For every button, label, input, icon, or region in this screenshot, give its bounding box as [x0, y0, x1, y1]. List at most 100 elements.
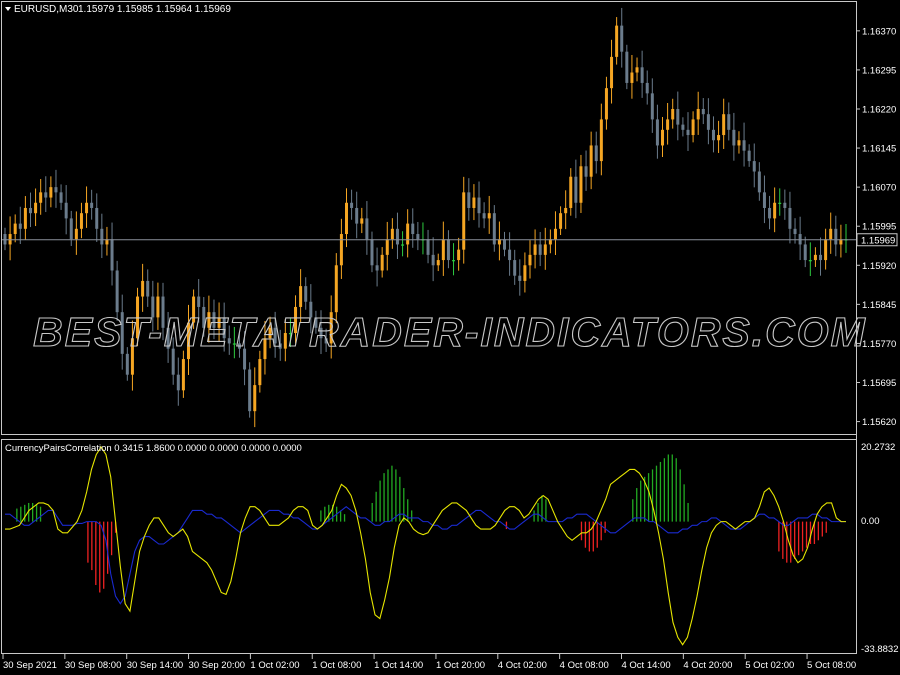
candle-body [472, 197, 476, 208]
candle-body [783, 202, 787, 208]
candle-body [477, 197, 481, 214]
time-tick-label: 30 Sep 14:00 [127, 660, 184, 671]
candle-body [620, 25, 624, 52]
candle-body [375, 265, 379, 271]
candle-body [798, 234, 802, 245]
candle-body [457, 249, 461, 261]
current-price-tag: 1.15969 [856, 233, 898, 247]
candle-body [176, 374, 180, 391]
indicator-top-label: 20.2732 [861, 442, 895, 453]
candle-body [431, 254, 435, 266]
time-tick-label: 5 Oct 02:00 [745, 660, 794, 671]
candle-body [518, 275, 522, 281]
candle-body [380, 254, 384, 271]
time-tick-label: 4 Oct 08:00 [560, 660, 609, 671]
candle-body [645, 82, 649, 94]
candle-body [681, 124, 685, 130]
price-tick-label: 1.15845 [862, 300, 896, 311]
candle-body [788, 207, 792, 229]
symbol-header: EURUSD,M30 1.15979 1.15985 1.15964 1.159… [5, 4, 231, 15]
candle-body [13, 223, 17, 235]
candle-body [339, 234, 343, 266]
candle-body [411, 223, 415, 235]
candle-body [355, 207, 359, 224]
symbol-label: EURUSD,M30 [14, 4, 79, 15]
candle-body [141, 280, 145, 297]
candle-body [650, 93, 654, 120]
candle-body [564, 207, 568, 214]
price-tick-label: 1.15920 [862, 261, 896, 272]
candle-body [671, 108, 675, 120]
candle-body [304, 286, 308, 302]
candle-body [768, 207, 772, 219]
mt4-chart-window: 1.16370 1.16295 1.16220 1.16145 1.16070 1.159… [0, 0, 900, 675]
candle-body [85, 202, 89, 214]
candle-body [615, 25, 619, 57]
candle-body [686, 129, 690, 136]
candle-body [508, 249, 512, 261]
candle-body [803, 244, 807, 261]
price-tick-label: 1.15620 [862, 417, 896, 428]
candle-body [8, 234, 12, 245]
candle-body [701, 108, 705, 115]
price-tick-label: 1.16070 [862, 183, 896, 194]
candle-body [401, 244, 405, 246]
candle-body [635, 67, 639, 73]
candle-body [125, 353, 129, 375]
candle-body [584, 166, 588, 177]
candle-body [365, 218, 369, 240]
candle-body [446, 239, 450, 261]
candle-body [819, 254, 823, 261]
time-tick-label: 4 Oct 20:00 [683, 660, 732, 671]
candle-body [258, 359, 262, 386]
time-tick-label: 4 Oct 14:00 [622, 660, 671, 671]
candle-body [762, 192, 766, 208]
candle-body [44, 192, 48, 198]
candle-body [90, 202, 94, 208]
candle-body [28, 207, 32, 214]
candle-body [579, 166, 583, 203]
ohlc-label: 1.15979 1.15985 1.15964 1.15969 [78, 4, 231, 15]
candle-body [360, 218, 364, 224]
candle-body [569, 176, 573, 208]
indicator-zero-label: 0.00 [861, 516, 880, 527]
candle-body [528, 254, 532, 266]
candle-body [467, 192, 471, 208]
price-tick-label: 1.15770 [862, 339, 896, 350]
candle-body [747, 150, 751, 162]
candle-body [655, 119, 659, 146]
candle-body [115, 270, 119, 313]
candle-body [100, 228, 104, 245]
current-price-tag-label: 1.15969 [861, 235, 895, 246]
candle-body [34, 202, 38, 214]
candle-body [54, 187, 58, 193]
candle-body [452, 260, 456, 262]
candle-body [538, 244, 542, 255]
candle-body [49, 187, 53, 198]
candle-body [732, 129, 736, 146]
candle-body [594, 145, 598, 162]
candle-body [559, 213, 563, 229]
candle-body [676, 108, 680, 125]
candle-body [513, 260, 517, 276]
price-tick-label: 1.16145 [862, 144, 896, 155]
candle-body [69, 218, 73, 240]
price-tick-label: 1.15995 [862, 222, 896, 233]
candle-body [79, 213, 83, 229]
candle-body [406, 223, 410, 245]
candle-body [248, 369, 252, 412]
time-tick-label: 30 Sep 2021 [3, 660, 57, 671]
candle-body [604, 88, 608, 120]
candle-body [829, 228, 833, 240]
candle-body [39, 192, 43, 203]
candle-body [253, 385, 257, 412]
candle-body [59, 192, 63, 203]
candle-body [146, 280, 150, 297]
candle-body [599, 119, 603, 162]
candle-body [757, 171, 761, 193]
candle-body [441, 239, 445, 261]
candle-body [630, 72, 634, 83]
candle-body [661, 129, 665, 146]
time-tick-label: 30 Sep 20:00 [189, 660, 246, 671]
candle-body [370, 239, 374, 266]
